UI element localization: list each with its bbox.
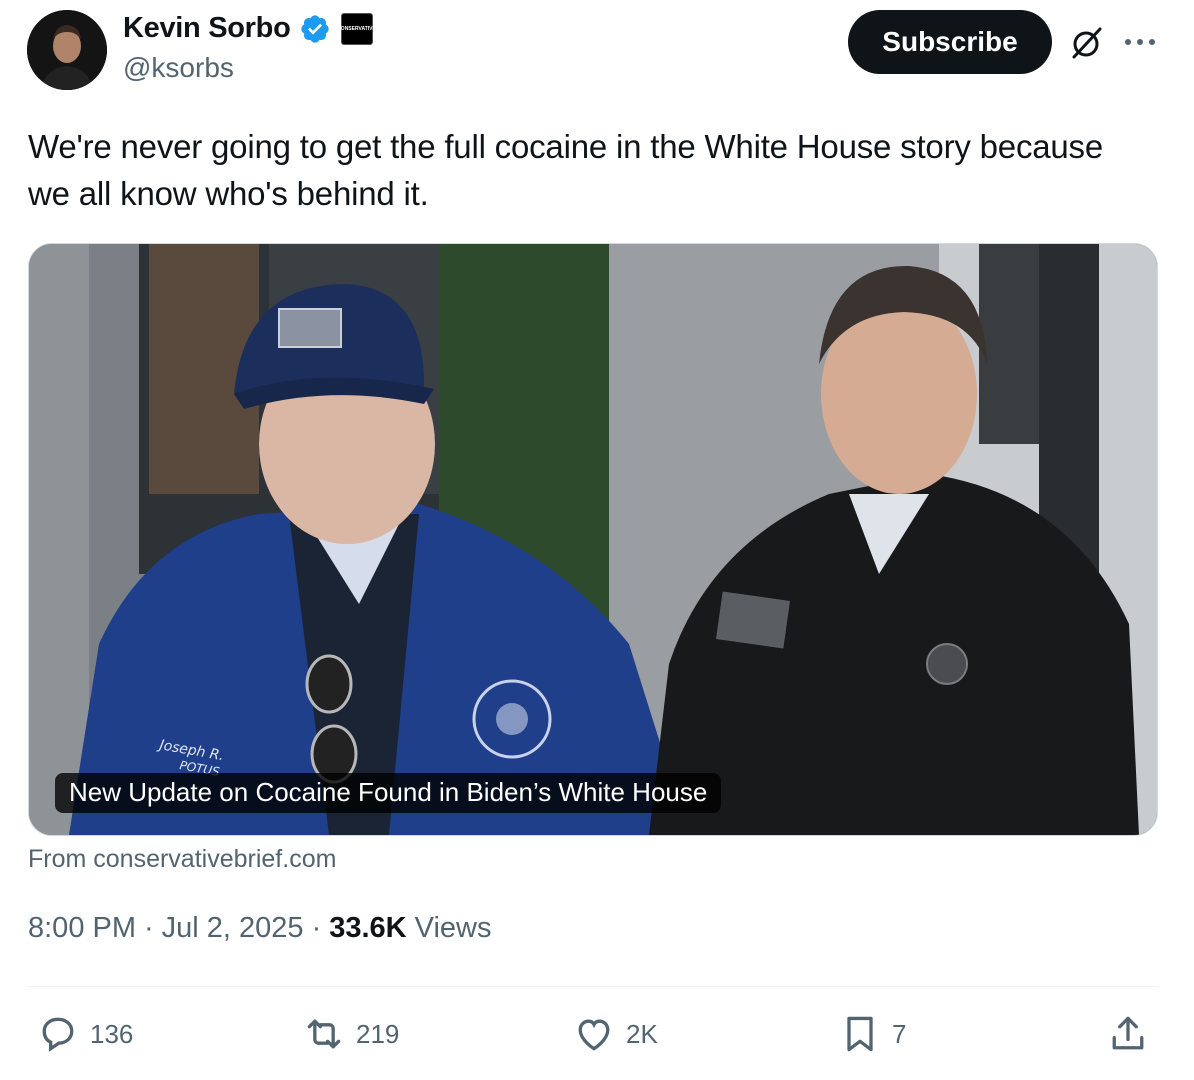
meta-separator: ·	[311, 912, 322, 944]
bookmark-button[interactable]: 7	[838, 1012, 906, 1056]
heart-icon	[578, 1019, 610, 1051]
subscribe-button[interactable]: Subscribe	[848, 10, 1052, 74]
reply-button[interactable]: 136	[36, 1012, 133, 1056]
repost-icon	[307, 1019, 341, 1049]
tweet-text: We're never going to get the full cocain…	[28, 128, 1104, 212]
reply-icon	[42, 1017, 74, 1052]
author-handle[interactable]: @ksorbs	[123, 52, 234, 84]
repost-count: 219	[356, 1018, 400, 1049]
divider	[28, 986, 1158, 987]
meta-separator: ·	[144, 912, 154, 944]
author-name[interactable]: Kevin Sorbo	[123, 12, 291, 45]
verified-badge-icon[interactable]	[299, 13, 331, 45]
views-count: 33.6K	[329, 912, 407, 944]
grok-icon[interactable]	[1068, 24, 1106, 62]
card-caption[interactable]: New Update on Cocaine Found in Biden’s W…	[55, 773, 722, 813]
tweet-time[interactable]: 8:00 PM	[28, 912, 136, 945]
news-photo: Joseph R. POTUS	[29, 244, 1157, 835]
affiliate-badge-text: CONSERVATIVE	[337, 25, 376, 32]
like-count: 2K	[626, 1018, 658, 1049]
views-label: Views	[414, 912, 492, 944]
avatar-image	[27, 10, 107, 90]
affiliate-badge[interactable]: CONSERVATIVE	[337, 12, 376, 45]
tweet-meta: 8:00 PM · Jul 2, 2025 · 33.6K Views	[28, 912, 491, 945]
more-icon[interactable]	[1122, 30, 1158, 54]
reply-count: 136	[90, 1018, 134, 1049]
like-button[interactable]: 2K	[572, 1012, 658, 1056]
share-button[interactable]	[1106, 1012, 1150, 1056]
repost-button[interactable]: 219	[302, 1012, 399, 1056]
author-name-row: Kevin Sorbo CONSERVATIVE	[123, 12, 376, 45]
bookmark-icon	[847, 1016, 873, 1052]
tweet-date[interactable]: Jul 2, 2025	[162, 912, 304, 945]
bookmark-count: 7	[892, 1018, 907, 1049]
link-card-image[interactable]: Joseph R. POTUS New Update on Cocaine Fo…	[28, 243, 1158, 836]
share-icon	[1112, 1016, 1144, 1050]
author-avatar[interactable]	[27, 10, 107, 90]
card-source[interactable]: From conservativebrief.com	[28, 845, 336, 874]
